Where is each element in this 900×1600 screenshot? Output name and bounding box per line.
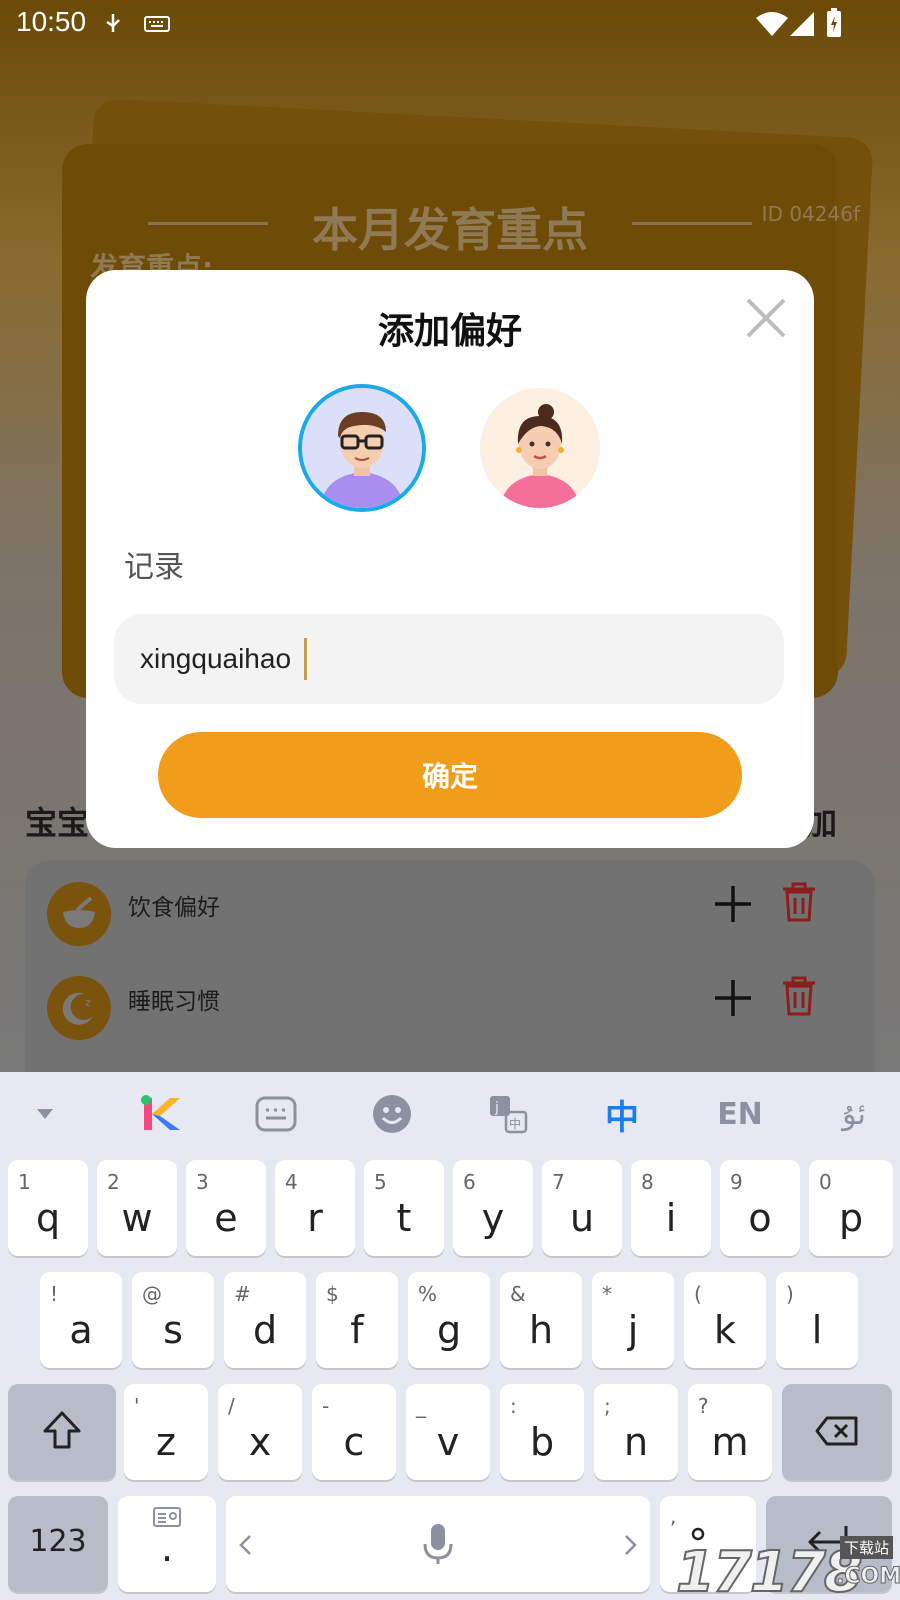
key-x[interactable]: / x: [218, 1384, 302, 1480]
preference-label: 饮食偏好: [128, 895, 220, 921]
space-key[interactable]: [226, 1496, 650, 1592]
key-j[interactable]: * j: [592, 1272, 674, 1368]
key-p[interactable]: 0p: [809, 1160, 893, 1256]
signal-icon: [790, 12, 814, 36]
status-time: 10:50: [16, 6, 87, 37]
list-item: z 睡眠习惯: [25, 954, 875, 1040]
key-k[interactable]: (k: [684, 1272, 766, 1368]
key-v[interactable]: _ v: [406, 1384, 490, 1480]
key-c[interactable]: -c: [312, 1384, 396, 1480]
english-mode-toggle[interactable]: EN: [712, 1086, 768, 1142]
bowl-icon: [47, 882, 111, 946]
confirm-button[interactable]: 确定: [158, 732, 742, 818]
key-d[interactable]: # d: [224, 1272, 306, 1368]
key-w[interactable]: 2w: [97, 1160, 177, 1256]
add-icon[interactable]: [713, 978, 753, 1018]
record-input[interactable]: [114, 614, 784, 704]
trash-icon[interactable]: [781, 976, 817, 1016]
key-l[interactable]: ) l: [776, 1272, 858, 1368]
key-z[interactable]: ' z: [124, 1384, 208, 1480]
key-h[interactable]: & h: [500, 1272, 582, 1368]
preference-label: 睡眠习惯: [128, 989, 220, 1015]
key-s[interactable]: @ s: [132, 1272, 214, 1368]
male-avatar-illustration: [302, 388, 422, 508]
keyboard-status-icon: [144, 16, 170, 32]
key-m[interactable]: ? m: [688, 1384, 772, 1480]
watermark: 17178 下载站 .COM: [675, 1532, 900, 1600]
key-b[interactable]: :b: [500, 1384, 584, 1480]
shift-key[interactable]: [8, 1384, 116, 1480]
record-label: 记录: [124, 550, 184, 585]
preference-list: 饮食偏好 z 睡眠习惯: [25, 860, 875, 1072]
close-icon[interactable]: [744, 296, 788, 340]
battery-charging-icon: [827, 8, 841, 37]
moon-icon: z: [47, 976, 111, 1040]
watermark-site: 下载站: [840, 1536, 894, 1559]
watermark-domain: .COM: [835, 1564, 900, 1590]
chevron-left-icon: [239, 1535, 251, 1555]
key-r[interactable]: 4r: [275, 1160, 355, 1256]
usb-debug-icon: [106, 14, 120, 32]
soft-keyboard: j 中 中 EN ئۇ 1q 2w 3e 4r 5t 6y 7u 8i 9o 0…: [0, 1072, 900, 1600]
key-f[interactable]: $ f: [316, 1272, 398, 1368]
uyghur-mode-toggle[interactable]: ئۇ: [826, 1086, 882, 1142]
status-bar: 10:50: [0, 0, 900, 50]
contact-card-icon: [153, 1507, 181, 1527]
wifi-icon: [756, 12, 788, 36]
svg-text:j: j: [494, 1100, 499, 1116]
section-title: 宝宝: [25, 804, 90, 842]
chinese-mode-toggle[interactable]: 中: [594, 1086, 650, 1142]
keyboard-toolbar: j 中 中 EN ئۇ: [0, 1072, 900, 1156]
female-avatar-illustration: [480, 388, 600, 508]
key-i[interactable]: 8i: [631, 1160, 711, 1256]
female-avatar[interactable]: [480, 388, 600, 508]
svg-text:z: z: [85, 996, 91, 1009]
period-key[interactable]: .: [118, 1496, 216, 1592]
key-y[interactable]: 6y: [453, 1160, 533, 1256]
keyboard-layout-icon[interactable]: [248, 1086, 304, 1142]
card-id: ID 04246f: [761, 202, 860, 226]
dialog-title: 添加偏好: [377, 311, 522, 352]
text-cursor: [304, 638, 307, 680]
key-o[interactable]: 9o: [720, 1160, 800, 1256]
backspace-icon: [815, 1416, 858, 1446]
male-avatar[interactable]: [302, 388, 422, 508]
translate-icon[interactable]: j 中: [480, 1086, 536, 1142]
key-u[interactable]: 7u: [542, 1160, 622, 1256]
numbers-key[interactable]: 123: [8, 1496, 108, 1592]
backspace-key[interactable]: [782, 1384, 892, 1480]
key-n[interactable]: ; n: [594, 1384, 678, 1480]
svg-text:中: 中: [509, 1116, 521, 1131]
add-icon[interactable]: [713, 884, 753, 924]
key-g[interactable]: % g: [408, 1272, 490, 1368]
shift-icon: [43, 1411, 81, 1449]
collapse-icon[interactable]: [17, 1086, 73, 1142]
list-item: 饮食偏好: [25, 860, 875, 946]
key-t[interactable]: 5t: [364, 1160, 444, 1256]
emoji-icon[interactable]: [364, 1086, 420, 1142]
add-preference-dialog: 添加偏好 记录 xingquaihao 确定: [86, 270, 814, 848]
kika-logo-icon[interactable]: [132, 1086, 188, 1142]
microphone-icon[interactable]: [422, 1522, 454, 1566]
watermark-number: 17178: [675, 1539, 864, 1600]
key-a[interactable]: ! a: [40, 1272, 122, 1368]
key-e[interactable]: 3e: [186, 1160, 266, 1256]
key-q[interactable]: 1q: [8, 1160, 88, 1256]
trash-icon[interactable]: [781, 882, 817, 922]
chevron-right-icon: [625, 1535, 637, 1555]
